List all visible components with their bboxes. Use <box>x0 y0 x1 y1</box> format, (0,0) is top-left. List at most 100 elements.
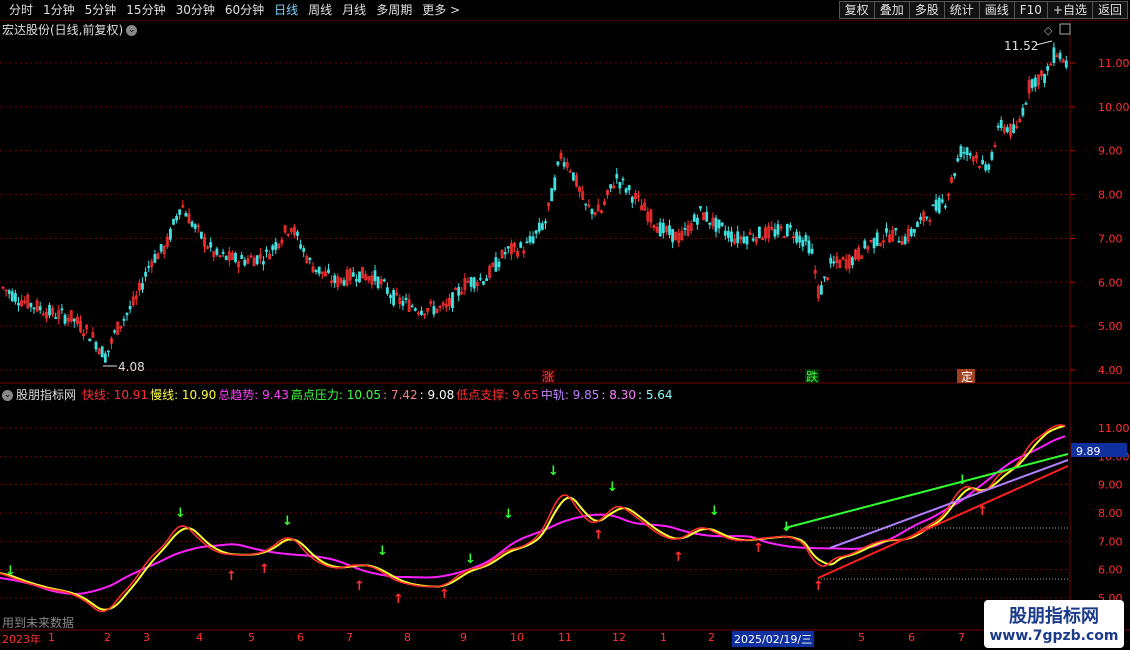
buy-arrow-10: ↓ <box>957 473 968 488</box>
candle-body <box>720 222 724 226</box>
candle-body <box>354 278 358 282</box>
candle-body <box>317 266 321 274</box>
candle-body <box>221 251 225 254</box>
chart-canvas: 11.00 10.00 9.00 8.00 7.00 6.00 5.00 4.00 11.00… <box>0 20 1130 631</box>
candle-body <box>624 188 628 193</box>
candle-body <box>261 261 265 265</box>
candle-body <box>469 277 473 287</box>
candle-body <box>199 231 203 239</box>
main-chart-grid <box>0 62 1070 371</box>
candle-body <box>723 230 727 236</box>
candle-body <box>265 249 268 252</box>
indicator-item-0: 快线: 10.91 <box>81 388 149 402</box>
indicator-item-5: : 9.08 <box>419 388 455 402</box>
watermark-logo: 股朋指标网 www.7gpzb.com <box>984 600 1124 648</box>
candle-body <box>314 269 318 273</box>
candle-body <box>671 228 674 243</box>
indicator-grid <box>0 427 1070 599</box>
candle-body <box>615 173 619 179</box>
month-tick-3: 4 <box>196 631 203 644</box>
candle-body <box>736 231 740 244</box>
candle-body <box>829 257 833 264</box>
candle-body <box>48 304 51 316</box>
sell-arrow-8: ↑ <box>813 579 824 594</box>
candle-body <box>389 295 392 299</box>
month-tick-8: 9 <box>460 631 467 644</box>
candle-body <box>773 229 777 237</box>
candle-body <box>299 244 303 249</box>
year-label: 2023年 <box>2 633 41 646</box>
candle-body <box>482 281 485 285</box>
buy-arrow-7: ↓ <box>607 480 618 495</box>
candle-body <box>1046 66 1050 71</box>
month-tick-15: 6 <box>908 631 915 644</box>
candle-body <box>699 206 702 209</box>
candle-body <box>274 242 278 250</box>
month-tick-9: 10 <box>510 631 524 644</box>
slow-line <box>0 424 1066 611</box>
candle-body <box>224 255 228 260</box>
candle-body <box>342 280 346 286</box>
main-y-tick-1: 10.00 <box>1098 101 1130 114</box>
sell-arrow-5: ↑ <box>593 528 604 543</box>
month-tick-16: 7 <box>958 631 965 644</box>
sell-arrow-4: ↑ <box>439 587 450 602</box>
indicator-item-8: : 8.30 <box>601 388 636 402</box>
candle-body <box>494 257 498 272</box>
indicator-y-tick-3: 8.00 <box>1098 507 1123 520</box>
candle-body <box>94 341 98 350</box>
main-y-tick-5: 6.00 <box>1098 276 1123 289</box>
indicator-item-6: 低点支撑: 9.65 <box>456 388 539 402</box>
candle-body <box>717 219 721 229</box>
candle-body <box>692 214 696 222</box>
candle-body <box>627 185 631 191</box>
candle-body <box>872 237 876 249</box>
candle-body <box>894 227 898 231</box>
candle-body <box>178 209 182 215</box>
candle-body <box>903 236 907 244</box>
indicator-y-tick-2: 9.00 <box>1098 479 1123 492</box>
rise-marker: 涨 <box>542 369 554 384</box>
candle-body <box>590 208 594 215</box>
candle-body <box>454 288 458 290</box>
candle-body <box>503 252 507 255</box>
candle-body <box>968 153 972 156</box>
candle-body <box>810 248 814 254</box>
buy-arrow-3: ↓ <box>377 544 388 559</box>
support-line <box>817 465 1069 579</box>
candle-body <box>965 147 969 155</box>
candle-body <box>38 306 42 311</box>
candle-body <box>7 290 11 294</box>
candle-body <box>234 253 237 263</box>
indicator-item-1: 慢线: 10.90 <box>150 388 217 402</box>
candle-body <box>801 239 805 247</box>
indicator-item-7: 中轨: 9.85 <box>540 388 600 402</box>
candle-body <box>401 300 405 306</box>
candle-body <box>184 212 188 217</box>
candle-body <box>88 338 92 342</box>
candle-body <box>1043 73 1046 83</box>
candle-body <box>541 223 544 230</box>
candle-body <box>909 228 913 236</box>
candle-body <box>708 222 712 225</box>
candle-body <box>351 272 355 277</box>
candle-body <box>271 245 275 251</box>
candle-body <box>789 225 792 228</box>
buy-arrow-2: ↓ <box>282 514 293 529</box>
chevron-down-icon-2[interactable]: ⌄ <box>2 390 13 401</box>
diamond-icon[interactable]: ◇ <box>1044 24 1053 37</box>
candle-body <box>125 312 129 316</box>
candle-body <box>404 297 408 300</box>
candle-body <box>420 310 423 316</box>
candle-body <box>714 217 718 232</box>
indicator-y-tick-0: 11.00 <box>1098 422 1130 435</box>
indicator-item-9: : 5.64 <box>637 388 673 402</box>
candle-body <box>727 231 730 238</box>
candle-body <box>528 236 532 243</box>
indicator-lines <box>0 424 1069 613</box>
window-icon[interactable] <box>1059 23 1071 35</box>
buy-arrow-4: ↓ <box>465 552 476 567</box>
candle-body <box>987 164 991 170</box>
candle-body <box>128 305 132 310</box>
month-tick-0: 1 <box>48 631 55 644</box>
